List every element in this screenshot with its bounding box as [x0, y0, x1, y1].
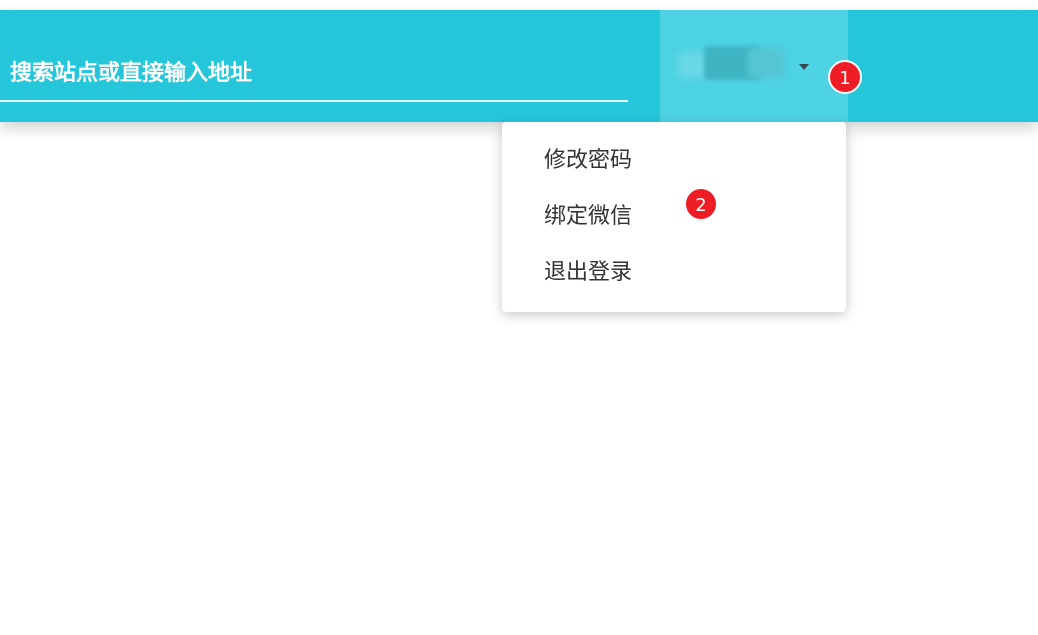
annotation-badge-1: 1 — [828, 60, 862, 94]
search-input[interactable] — [0, 46, 628, 102]
app-header — [0, 10, 1038, 122]
chevron-down-icon[interactable] — [799, 64, 809, 70]
user-dropdown-menu: 修改密码 绑定微信 退出登录 — [502, 122, 846, 312]
username-blurred — [678, 40, 788, 82]
menu-item-logout[interactable]: 退出登录 — [502, 245, 846, 301]
user-menu-toggle[interactable] — [660, 10, 848, 122]
menu-item-bind-wechat[interactable]: 绑定微信 — [502, 189, 846, 245]
top-strip — [0, 0, 1038, 10]
menu-item-change-password[interactable]: 修改密码 — [502, 133, 846, 189]
search-container — [0, 10, 630, 122]
annotation-badge-2: 2 — [684, 187, 718, 221]
page: 1 修改密码 绑定微信 退出登录 2 — [0, 0, 1038, 635]
